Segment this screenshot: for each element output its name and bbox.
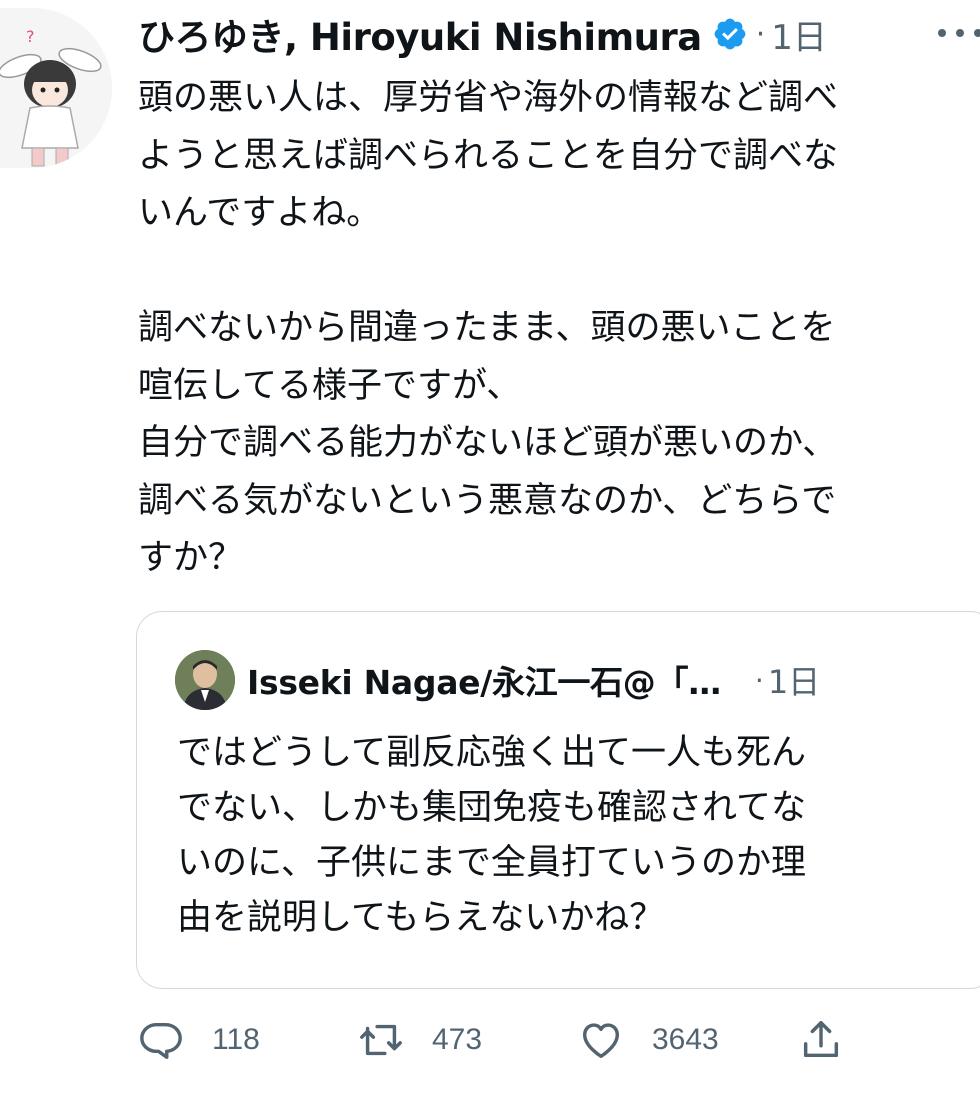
tweet-text-line: すか？: [138, 538, 244, 578]
tweet-text-line: 自分で調べる能力がないほど頭が悪いのか、: [138, 423, 838, 463]
quoted-author-avatar[interactable]: [175, 650, 235, 710]
reply-count: 118: [212, 1023, 260, 1056]
quoted-header: Isseki Nagae/永江一石@「… · 1日: [247, 650, 820, 710]
retweet-icon: [360, 1024, 402, 1056]
tweet-text-line: 調べる気がないという悪意なのか、どちらで: [138, 480, 837, 521]
quoted-text-line: 由を説明してもらえないかね？: [177, 898, 665, 938]
svg-text:?: ?: [26, 27, 35, 46]
tweet-text-line: ようと思えば調べられることを自分で調べな: [138, 135, 839, 176]
tweet-text-line: 喧伝してる様子ですが、: [138, 365, 522, 406]
like-count: 3643: [652, 1023, 719, 1056]
tweet-header: ひろゆき, Hiroyuki Nishimura · 1日: [138, 4, 827, 64]
retweet-count: 473: [432, 1023, 483, 1056]
like-button[interactable]: 3643: [578, 1015, 719, 1065]
heart-icon: [582, 1023, 620, 1059]
tweet-text: 頭の悪い人は、厚労省や海外の情報など調べ ようと思えば調べられることを自分で調べ…: [138, 70, 980, 588]
share-icon: [803, 1021, 839, 1058]
retweet-button[interactable]: 473: [358, 1015, 482, 1065]
tweet-text-line: [138, 243, 980, 301]
quoted-avatar-image: [175, 650, 235, 710]
quoted-author-name[interactable]: Isseki Nagae/永江一石@「…: [247, 656, 721, 704]
reply-button[interactable]: 118: [138, 1015, 260, 1065]
more-icon[interactable]: [930, 18, 980, 48]
separator-dot: ·: [755, 16, 766, 52]
action-bar: 118 473 3643: [138, 1015, 980, 1065]
quoted-time[interactable]: 1日: [768, 657, 820, 703]
separator-dot: ·: [754, 663, 764, 697]
reply-icon: [140, 1022, 182, 1059]
author-avatar-image: ?: [0, 8, 112, 168]
tweet-text-line: 頭の悪い人は、厚労省や海外の情報など調べ: [138, 78, 839, 118]
share-button[interactable]: [798, 1015, 844, 1065]
tweet-time[interactable]: 1日: [771, 10, 827, 59]
author-name[interactable]: ひろゆき, Hiroyuki Nishimura: [138, 7, 702, 61]
quoted-tweet[interactable]: Isseki Nagae/永江一石@「… · 1日 ではどうして副反応強く出て一…: [136, 611, 980, 989]
verified-badge-icon: [712, 16, 748, 52]
quoted-text-line: いのに、子供にまで全員打ていうのか理: [177, 843, 806, 883]
quoted-text-line: でない、しかも集団免疫も確認されてな: [177, 788, 806, 828]
tweet-text-line: いんですよね。: [138, 193, 382, 233]
author-avatar[interactable]: ?: [0, 8, 112, 168]
quoted-text: ではどうして副反応強く出て一人も死ん でない、しかも集団免疫も確認されてな いの…: [177, 726, 967, 946]
quoted-text-line: ではどうして副反応強く出て一人も死ん: [177, 733, 806, 773]
tweet-text-line: 調べないから間違ったまま、頭の悪いことを: [138, 308, 836, 348]
